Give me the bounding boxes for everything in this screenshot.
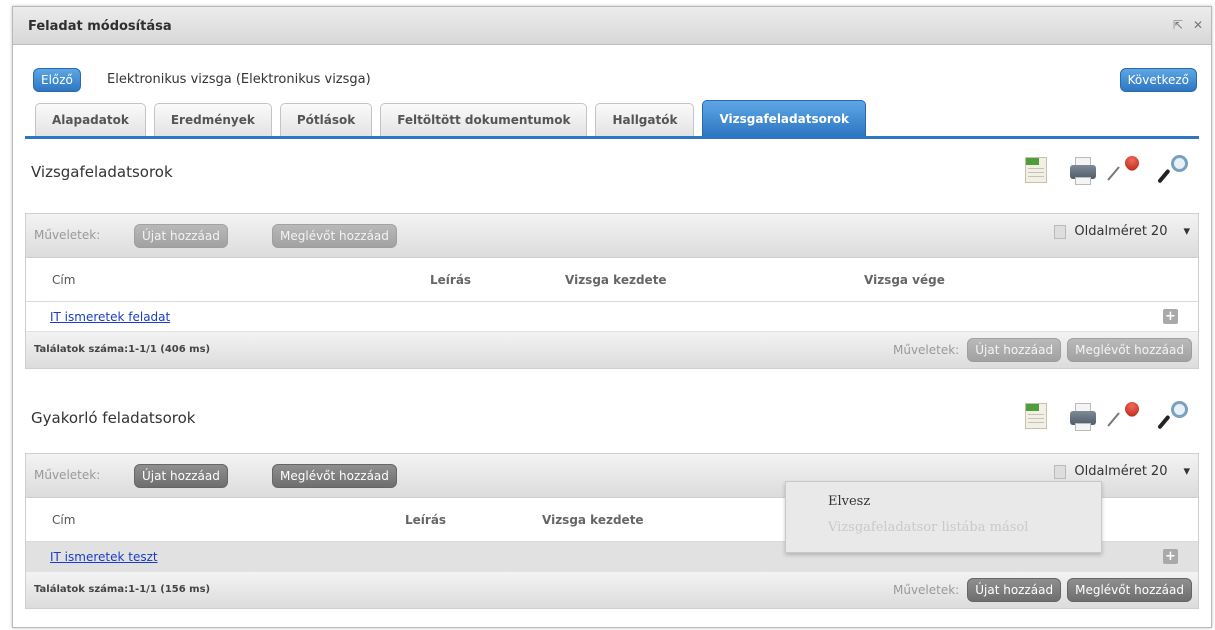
tab-bar: Alapadatok Eredmények Pótlások Feltöltöt…: [35, 100, 866, 136]
page-size-icon: [1054, 464, 1067, 479]
grid-footer: Találatok száma:1-1/1 (406 ms) Műveletek…: [26, 332, 1198, 368]
section-header-vizsgafeladatsorok: Vizsgafeladatsorok: [25, 147, 1199, 195]
add-existing-button[interactable]: Meglévőt hozzáad: [1067, 578, 1192, 602]
tab-hallgatok[interactable]: Hallgatók: [595, 103, 695, 136]
section-title: Vizsgafeladatsorok: [31, 163, 173, 181]
grid-column-headers: Cím Leírás Vizsga kezdete Vizsga vége: [26, 258, 1198, 302]
section-toolbar-icons: [1021, 153, 1189, 187]
previous-button[interactable]: Előző: [33, 68, 81, 92]
grid-footer: Találatok száma:1-1/1 (156 ms) Műveletek…: [26, 572, 1198, 608]
modal-window: Feladat módosítása ⇱ ✕ Előző Elektroniku…: [12, 6, 1212, 628]
expand-row-icon[interactable]: +: [1163, 309, 1178, 324]
column-header-vizsga-kezdete[interactable]: Vizsga kezdete: [542, 513, 644, 527]
section-toolbar-icons: [1021, 399, 1189, 433]
operations-label: Műveletek:: [34, 468, 101, 482]
column-header-vizsga-kezdete[interactable]: Vizsga kezdete: [565, 273, 667, 287]
page-size-select[interactable]: 20: [1151, 224, 1168, 239]
row-title-link[interactable]: IT ismeretek feladat: [50, 310, 170, 324]
window-titlebar: Feladat módosítása ⇱ ✕: [13, 7, 1211, 45]
record-title: Elektronikus vizsga (Elektronikus vizsga…: [107, 72, 371, 87]
grid-vizsgafeladatsorok: Műveletek: Újat hozzáad Meglévőt hozzáad…: [25, 213, 1199, 369]
column-header-leiras[interactable]: Leírás: [405, 513, 446, 527]
column-header-cim[interactable]: Cím: [52, 273, 75, 287]
add-existing-button[interactable]: Meglévőt hozzáad: [1067, 338, 1192, 362]
section-header-gyakorlo-feladatsorok: Gyakorló feladatsorok: [25, 393, 1199, 441]
next-button[interactable]: Következő: [1119, 68, 1197, 92]
chevron-down-icon[interactable]: ▾: [1183, 464, 1190, 479]
section-title: Gyakorló feladatsorok: [31, 409, 196, 427]
page-size-icon: [1054, 224, 1067, 239]
page-size-control: Oldalméret 20 ▾: [1054, 464, 1190, 479]
row-title-link[interactable]: IT ismeretek teszt: [50, 550, 158, 564]
record-navigation: Előző Elektronikus vizsga (Elektronikus …: [33, 64, 1197, 92]
page-size-label: Oldalméret: [1074, 464, 1147, 479]
search-icon[interactable]: [1157, 153, 1189, 187]
column-header-cim[interactable]: Cím: [52, 513, 75, 527]
page-size-label: Oldalméret: [1074, 224, 1147, 239]
operations-label: Műveletek:: [892, 583, 960, 597]
excel-export-icon[interactable]: [1021, 399, 1051, 433]
add-existing-button[interactable]: Meglévőt hozzáad: [272, 224, 397, 248]
add-new-button[interactable]: Újat hozzáad: [134, 224, 228, 248]
row-context-menu: Elvesz Vizsgafeladatsor listába másol: [785, 481, 1102, 553]
expand-row-icon[interactable]: +: [1163, 549, 1178, 564]
table-row[interactable]: IT ismeretek feladat +: [26, 302, 1198, 332]
add-existing-button[interactable]: Meglévőt hozzáad: [272, 464, 397, 488]
footer-operations: Műveletek: Újat hozzáad Meglévőt hozzáad: [893, 578, 1192, 602]
tab-underline: [25, 136, 1199, 139]
grid-toolbar: Műveletek: Újat hozzáad Meglévőt hozzáad…: [26, 214, 1198, 258]
restore-icon[interactable]: ⇱: [1173, 18, 1183, 32]
result-count: Találatok száma:1-1/1 (406 ms): [34, 344, 211, 355]
column-header-vizsga-vege[interactable]: Vizsga vége: [864, 273, 945, 287]
tab-feltoltott-dokumentumok[interactable]: Feltöltött dokumentumok: [380, 103, 588, 136]
close-icon[interactable]: ✕: [1193, 18, 1203, 32]
chevron-down-icon[interactable]: ▾: [1183, 224, 1190, 239]
column-header-leiras[interactable]: Leírás: [430, 273, 471, 287]
window-controls: ⇱ ✕: [1173, 18, 1203, 32]
page-size-control: Oldalméret 20 ▾: [1054, 224, 1190, 239]
add-new-button[interactable]: Újat hozzáad: [967, 578, 1062, 602]
add-new-button[interactable]: Újat hozzáad: [134, 464, 228, 488]
print-icon[interactable]: [1067, 399, 1097, 433]
operations-label: Műveletek:: [34, 228, 101, 242]
context-menu-item-copy-to-list[interactable]: Vizsgafeladatsor listába másol: [828, 520, 1028, 535]
excel-export-icon[interactable]: [1021, 153, 1051, 187]
add-new-button[interactable]: Újat hozzáad: [967, 338, 1062, 362]
pin-icon[interactable]: [1107, 153, 1143, 187]
tab-potlasok[interactable]: Pótlások: [279, 103, 373, 136]
search-icon[interactable]: [1157, 399, 1189, 433]
page-size-select[interactable]: 20: [1151, 464, 1168, 479]
result-count: Találatok száma:1-1/1 (156 ms): [34, 584, 211, 595]
window-title: Feladat módosítása: [28, 19, 172, 34]
footer-operations: Műveletek: Újat hozzáad Meglévőt hozzáad: [893, 338, 1192, 362]
tab-eredmenyek[interactable]: Eredmények: [153, 103, 272, 136]
tab-alapadatok[interactable]: Alapadatok: [35, 103, 146, 136]
tab-vizsgafeladatsorok[interactable]: Vizsgafeladatsorok: [702, 100, 866, 136]
print-icon[interactable]: [1067, 153, 1097, 187]
pin-icon[interactable]: [1107, 399, 1143, 433]
context-menu-item-elvesz[interactable]: Elvesz: [828, 494, 870, 509]
operations-label: Műveletek:: [892, 343, 960, 357]
